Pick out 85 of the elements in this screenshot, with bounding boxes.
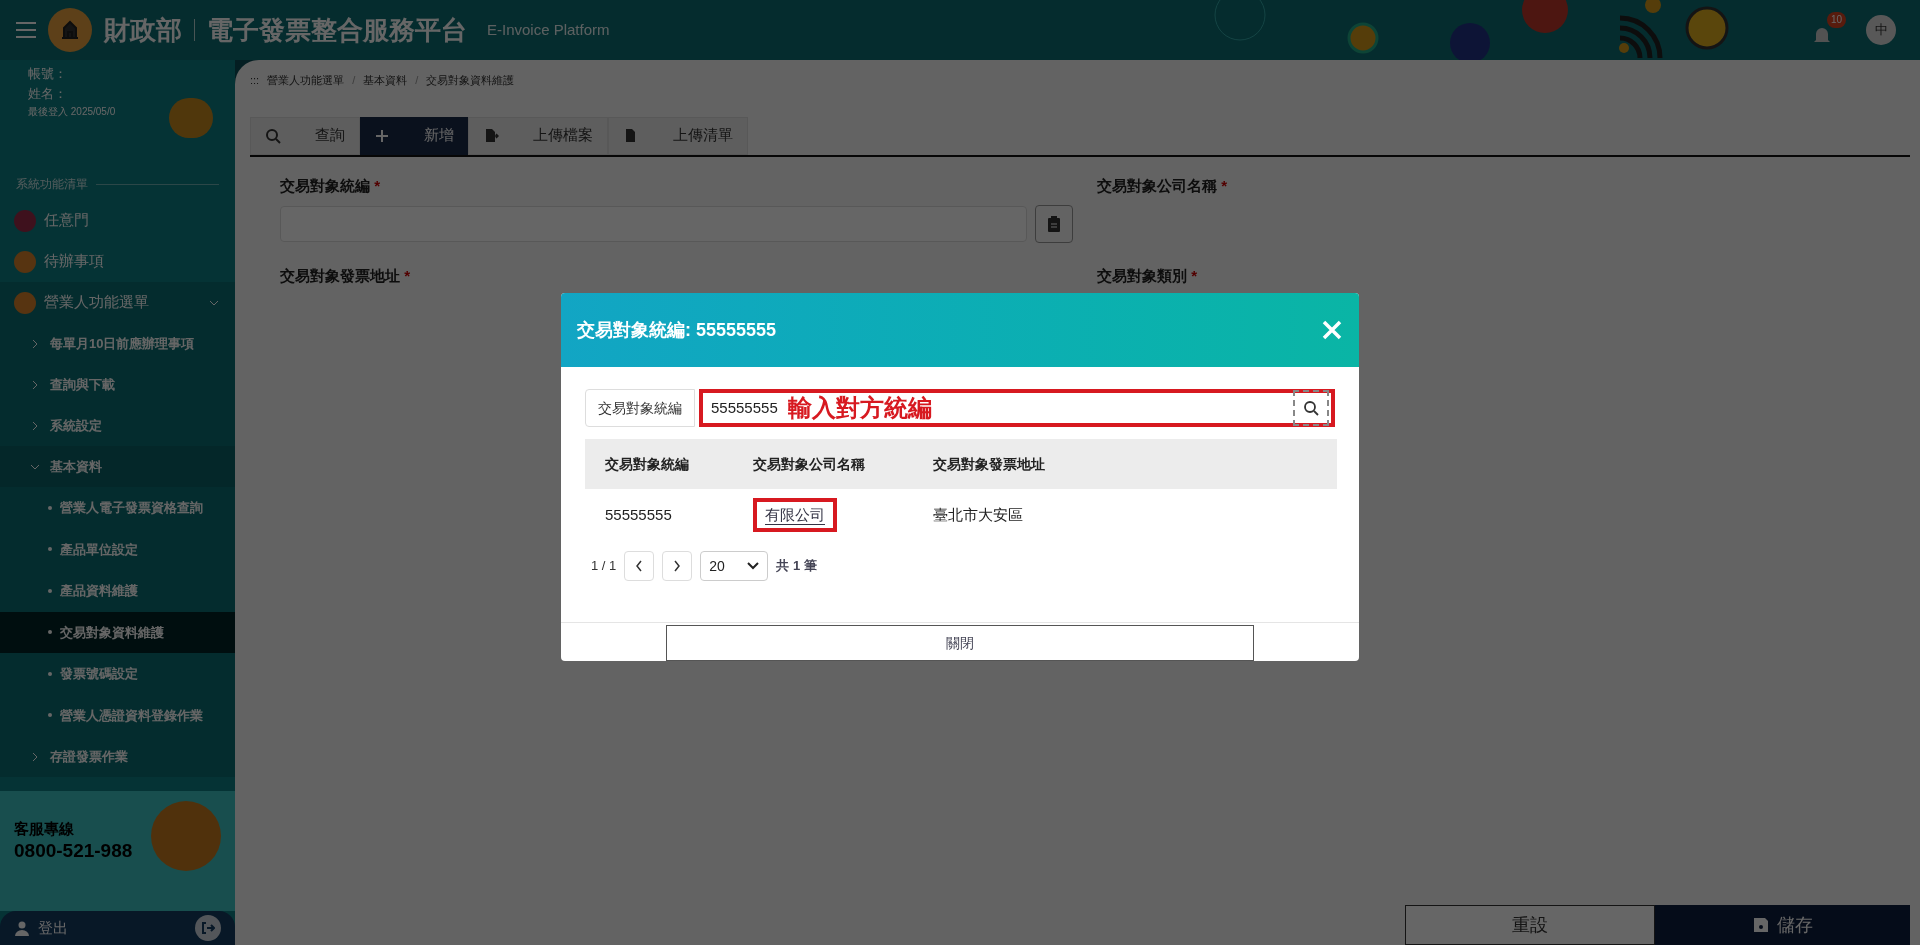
table-cell-text: 55555555 bbox=[605, 504, 673, 525]
sidebar-item[interactable]: 交易對象資料維護 bbox=[0, 611, 235, 653]
account-label: 帳號： bbox=[28, 65, 68, 83]
column-header: 交易對象公司名稱 bbox=[753, 454, 866, 474]
tab[interactable]: 上傳檔案 bbox=[468, 116, 608, 155]
required-mark: * bbox=[1221, 176, 1227, 194]
breadcrumb-link[interactable]: 交易對象資料維護 bbox=[426, 72, 515, 89]
notification-button[interactable]: 10 bbox=[1810, 12, 1846, 48]
tab[interactable]: 上傳清單 bbox=[608, 116, 748, 155]
emblem-logo bbox=[48, 8, 92, 52]
breadcrumb-link[interactable]: 營業人功能選單 bbox=[267, 72, 345, 89]
field-label: 交易對象公司名稱 * bbox=[1097, 175, 1228, 196]
search-value: 55555555 bbox=[710, 397, 778, 418]
sidebar-item[interactable]: 產品資料維護 bbox=[0, 570, 235, 612]
breadcrumb-separator: / bbox=[352, 73, 356, 88]
sidebar-item[interactable]: 存證發票作業 bbox=[0, 736, 235, 777]
clipboard-icon bbox=[1047, 216, 1061, 232]
search-button[interactable] bbox=[1293, 390, 1329, 426]
clipboard-button[interactable] bbox=[1035, 205, 1073, 243]
annotation-text: 輸入對方統編 bbox=[787, 393, 933, 423]
company-link[interactable]: 有限公司 bbox=[753, 497, 837, 533]
bullet-icon bbox=[48, 588, 52, 593]
chevron-icon bbox=[635, 560, 644, 572]
sidebar-item[interactable]: 系統設定 bbox=[0, 405, 235, 446]
last-login-text: 最後登入 2025/05/0 bbox=[28, 105, 117, 119]
breadcrumb-link[interactable]: 基本資料 bbox=[363, 72, 408, 89]
search-label: 交易對象統編 bbox=[585, 389, 695, 427]
support-label: 客服專線 bbox=[14, 819, 75, 839]
page-size-select[interactable]: 20 bbox=[700, 551, 769, 581]
close-button[interactable]: 關閉 bbox=[666, 625, 1254, 661]
bullet-icon bbox=[48, 630, 52, 635]
required-mark: * bbox=[404, 266, 410, 284]
sidebar-item[interactable]: 發票號碼設定 bbox=[0, 653, 235, 695]
bullet-icon bbox=[48, 671, 52, 676]
breadcrumb-prefix: ::: bbox=[250, 73, 260, 88]
dialog-title: 交易對象統編: 55555555 bbox=[577, 318, 778, 342]
org-name: 財政部 bbox=[104, 13, 182, 47]
field-label: 交易對象發票地址 * bbox=[280, 265, 411, 286]
field-label: 交易對象統編 * bbox=[280, 175, 381, 196]
sidebar-item[interactable]: 營業人功能選單 bbox=[0, 282, 235, 323]
tab[interactable]: 查詢 bbox=[250, 116, 360, 155]
tab[interactable]: 新增 bbox=[360, 116, 468, 155]
column-header: 交易對象統編 bbox=[605, 454, 690, 474]
sidebar-item[interactable]: 任意門 bbox=[0, 200, 235, 241]
sidebar-item[interactable]: 待辦事項 bbox=[0, 241, 235, 282]
total-count: 共 1 筆 bbox=[776, 557, 817, 576]
mascot-illustration bbox=[169, 98, 213, 138]
sidebar-item[interactable]: 基本資料 bbox=[0, 446, 235, 487]
column-header: 交易對象發票地址 bbox=[933, 454, 1046, 474]
previous-page-button[interactable] bbox=[624, 551, 655, 581]
sidebar-item[interactable]: 產品單位設定 bbox=[0, 528, 235, 570]
table-cell-text: 臺北市大安區 bbox=[933, 504, 1024, 525]
name-label: 姓名： bbox=[28, 85, 68, 103]
bullet-icon bbox=[48, 547, 52, 552]
file-arrow-icon bbox=[483, 127, 499, 144]
menu-icon[interactable] bbox=[16, 22, 36, 38]
bullet-icon bbox=[48, 505, 52, 510]
close-icon[interactable] bbox=[1321, 319, 1343, 341]
bullet-icon bbox=[48, 713, 52, 718]
person-icon bbox=[14, 920, 30, 936]
sidebar-item[interactable]: 查詢與下載 bbox=[0, 364, 235, 405]
page-indicator: 1 / 1 bbox=[591, 557, 617, 576]
search-icon bbox=[1303, 400, 1319, 416]
sidebar-item[interactable]: 營業人憑證資料登錄作業 bbox=[0, 694, 235, 736]
search-field[interactable]: 55555555 輸入對方統編 bbox=[699, 389, 1335, 427]
chevron-icon bbox=[673, 560, 682, 572]
save-button[interactable]: 儲存 bbox=[1655, 905, 1910, 945]
search-icon bbox=[265, 127, 281, 144]
breadcrumb-separator: / bbox=[415, 73, 419, 88]
sidebar-item[interactable]: 每單月10日前應辦理事項 bbox=[0, 323, 235, 364]
required-mark: * bbox=[374, 176, 380, 194]
chevron-down-icon bbox=[747, 562, 760, 570]
language-button[interactable]: 中 bbox=[1866, 15, 1896, 45]
support-phone: 0800-521-988 bbox=[14, 839, 134, 863]
next-page-button[interactable] bbox=[662, 551, 693, 581]
platform-subtitle: E-Invoice Platform bbox=[487, 19, 610, 40]
required-mark: * bbox=[1191, 266, 1197, 284]
logout-button[interactable]: 登出 bbox=[0, 911, 235, 945]
plus-icon bbox=[374, 127, 390, 144]
field-label: 交易對象類別 * bbox=[1097, 265, 1198, 286]
platform-title: 電子發票整合服務平台 bbox=[207, 13, 467, 47]
logout-icon bbox=[195, 915, 221, 941]
reset-button[interactable]: 重設 bbox=[1405, 905, 1655, 945]
sidebar-item[interactable]: 營業人電子發票資格查詢 bbox=[0, 487, 235, 529]
notification-count: 10 bbox=[1826, 12, 1846, 28]
